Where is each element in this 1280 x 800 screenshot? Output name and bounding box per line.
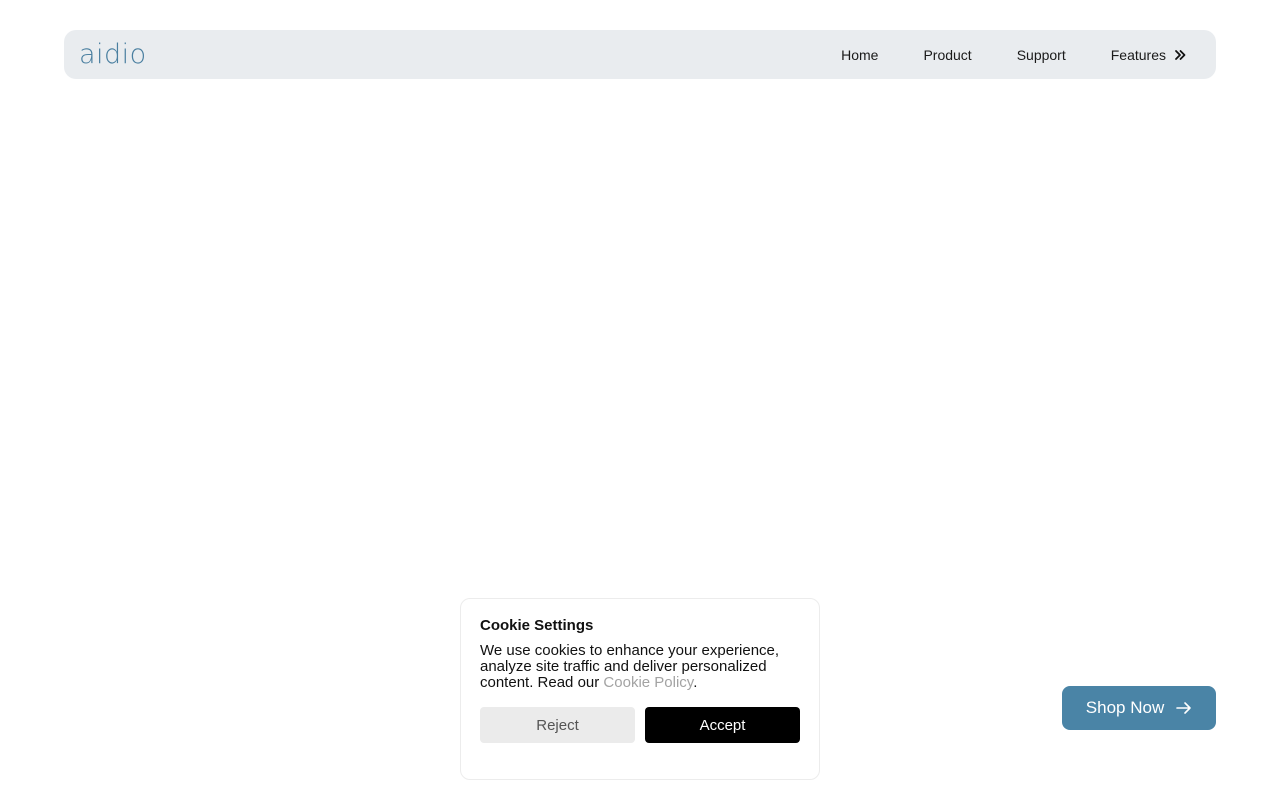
nav-link-features[interactable]: Features [1111,47,1186,63]
cookie-policy-link[interactable]: Cookie Policy [603,674,693,691]
nav-links: Home Product Support Features [841,47,1186,63]
arrow-right-icon [1176,701,1192,715]
nav-link-home[interactable]: Home [841,47,878,63]
nav-link-label: Product [923,46,972,63]
shop-now-button[interactable]: Shop Now [1062,686,1216,730]
brand-logo[interactable]: aidio [79,41,147,68]
reject-button[interactable]: Reject [480,707,635,743]
nav-link-product[interactable]: Product [923,47,971,63]
cookie-description: We use cookies to enhance your experienc… [480,643,800,691]
nav-link-label: Features [1110,46,1166,63]
navbar: aidio Home Product Support Features [64,30,1216,79]
nav-link-support[interactable]: Support [1017,47,1066,63]
accept-button[interactable]: Accept [645,707,800,743]
nav-link-label: Support [1016,46,1066,63]
cookie-actions: Reject Accept [480,707,800,743]
chevron-double-right-icon [1174,49,1186,61]
nav-link-label: Home [841,46,879,63]
cookie-banner: Cookie Settings We use cookies to enhanc… [460,598,820,780]
cookie-title: Cookie Settings [480,617,594,634]
shop-now-label: Shop Now [1085,698,1165,717]
cookie-text-end: . [693,674,698,691]
